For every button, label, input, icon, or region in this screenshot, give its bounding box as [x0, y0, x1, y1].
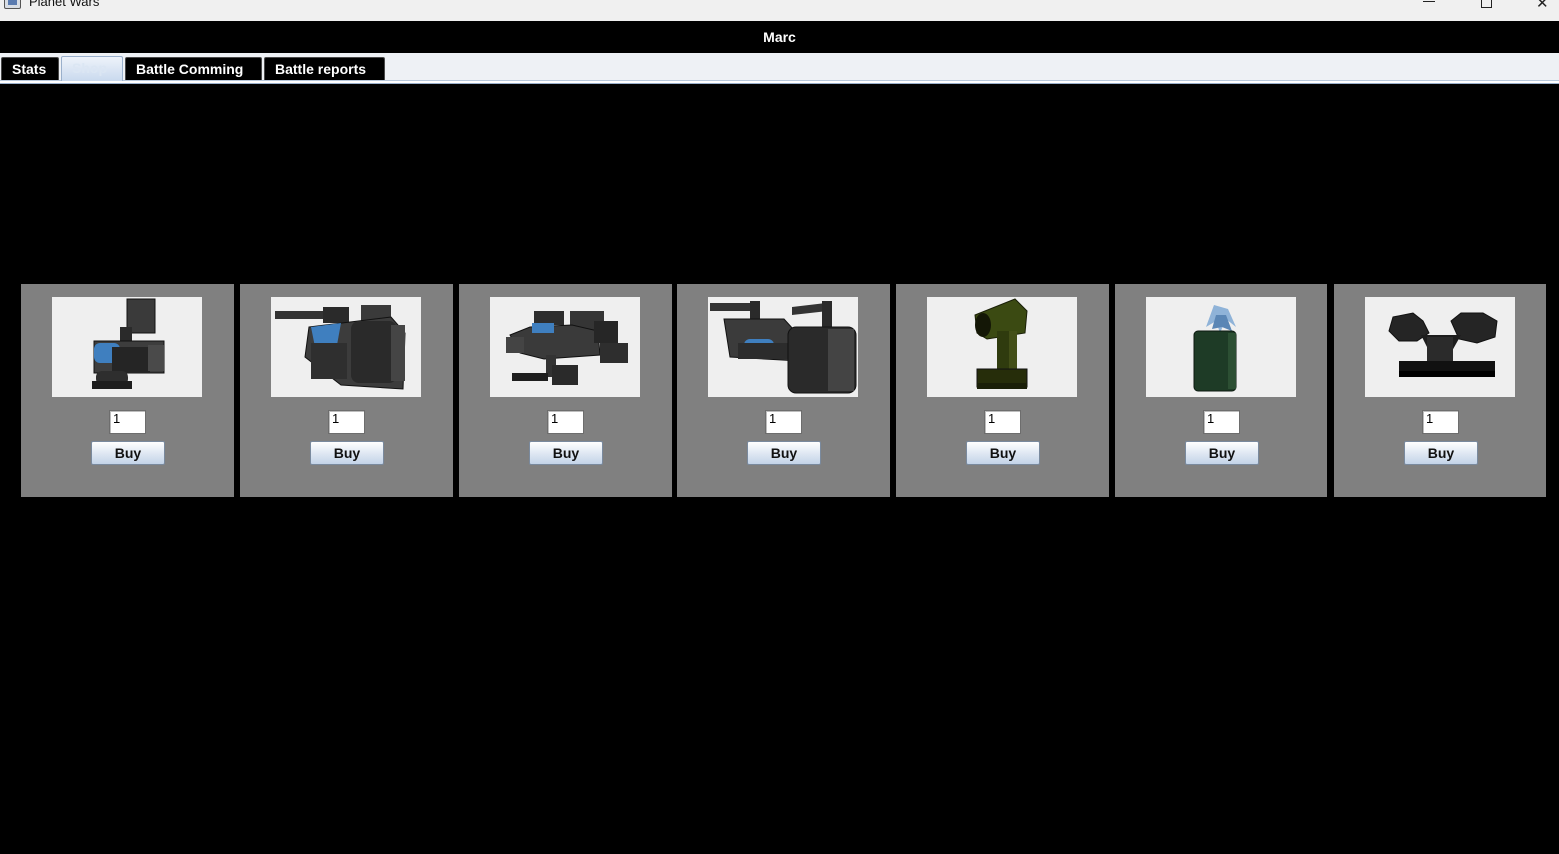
player-name-header: Marc — [0, 21, 1559, 53]
buy-button[interactable]: Buy — [1404, 441, 1478, 465]
window-title: Planet Wars — [29, 0, 100, 9]
window-titlebar: Planet Wars ✕ — [0, 0, 1559, 21]
tab-battle-comming[interactable]: Battle Comming — [125, 57, 262, 80]
shop-item-card: 1 Buy — [240, 284, 453, 497]
close-icon[interactable]: ✕ — [1536, 0, 1549, 12]
shop-item-card: 1 Buy — [1115, 284, 1327, 497]
shop-item-card: 1 Buy — [677, 284, 890, 497]
shop-item-card: 1 Buy — [459, 284, 672, 497]
crystal-generator-icon — [1146, 297, 1296, 397]
minimize-icon[interactable] — [1423, 1, 1435, 2]
buy-button[interactable]: Buy — [310, 441, 384, 465]
shop-item-card: 1 Buy — [21, 284, 234, 497]
shop-item-card: 1 Buy — [896, 284, 1109, 497]
quantity-input[interactable]: 1 — [984, 410, 1021, 434]
java-app-icon — [4, 0, 21, 9]
quantity-input[interactable]: 1 — [328, 410, 365, 434]
quantity-input[interactable]: 1 — [1422, 410, 1459, 434]
twin-turret-base-icon — [1365, 297, 1515, 397]
quantity-input[interactable]: 1 — [547, 410, 584, 434]
shop-item-card: 1 Buy — [1334, 284, 1546, 497]
tab-battle-reports[interactable]: Battle reports — [264, 57, 385, 80]
maximize-icon[interactable] — [1481, 0, 1492, 8]
tab-divider — [0, 80, 1559, 84]
quantity-input[interactable]: 1 — [765, 410, 802, 434]
buy-button[interactable]: Buy — [529, 441, 603, 465]
tab-stats[interactable]: Stats — [1, 57, 59, 80]
walker-turret-unit-icon — [52, 297, 202, 397]
heavy-tank-unit-icon — [271, 297, 421, 397]
quantity-input[interactable]: 1 — [1203, 410, 1240, 434]
buy-button[interactable]: Buy — [966, 441, 1040, 465]
buy-button[interactable]: Buy — [747, 441, 821, 465]
tab-shop[interactable]: Shop — [61, 56, 123, 81]
cannon-tower-icon — [927, 297, 1077, 397]
spider-mech-unit-icon — [490, 297, 640, 397]
buy-button[interactable]: Buy — [1185, 441, 1259, 465]
buy-button[interactable]: Buy — [91, 441, 165, 465]
quantity-input[interactable]: 1 — [109, 410, 146, 434]
twin-cannon-tank-icon — [708, 297, 858, 397]
